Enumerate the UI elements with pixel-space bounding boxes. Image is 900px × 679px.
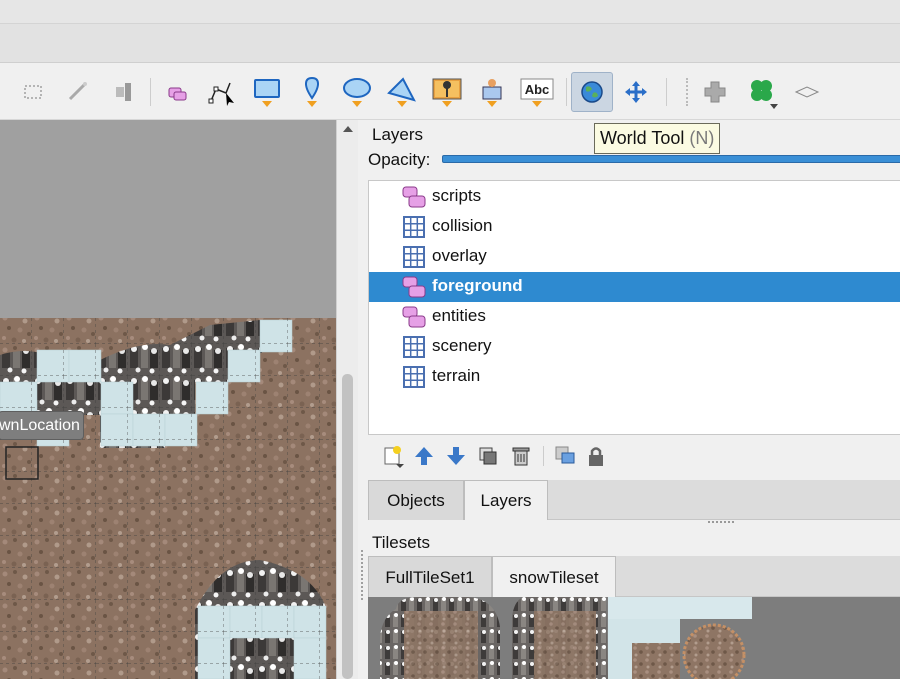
- insert-polygon-icon[interactable]: [385, 73, 419, 111]
- dock-splitter-handle[interactable]: [708, 521, 734, 525]
- layer-name: scripts: [432, 186, 482, 205]
- layer-list: scripts collision overlay foreground ent…: [368, 180, 900, 435]
- right-dock-panel: Layers Opacity: scripts collision overla…: [361, 120, 900, 679]
- insert-text-icon[interactable]: Abc: [520, 73, 554, 111]
- toolbar-grip: [686, 78, 688, 106]
- layer-name: foreground: [432, 276, 523, 295]
- toggle-other-layers-icon[interactable]: [553, 444, 577, 468]
- tab-fulltileset1[interactable]: FullTileSet1: [368, 556, 492, 597]
- layer-row-overlay[interactable]: overlay: [369, 242, 900, 272]
- toolbar-separator: [150, 78, 151, 106]
- select-rectangle-icon[interactable]: [16, 73, 50, 111]
- edit-polygons-icon[interactable]: [204, 73, 238, 111]
- layer-name: collision: [432, 216, 493, 235]
- layer-name: entities: [432, 306, 486, 325]
- layer-toolbar-separator: [543, 446, 544, 466]
- title-bar: [0, 0, 900, 23]
- tile-dirt-square: [534, 611, 596, 679]
- tooltip: World Tool (N): [594, 123, 721, 154]
- magic-wand-icon[interactable]: [60, 73, 94, 111]
- layer-toolbar: [368, 436, 900, 476]
- tile-snow-top: [608, 597, 752, 619]
- map-vertical-scrollbar[interactable]: [336, 120, 358, 679]
- tab-layers[interactable]: Layers: [464, 480, 548, 520]
- tile-layer-icon: [403, 336, 425, 358]
- tile-layer-icon: [403, 366, 425, 388]
- layers-panel-title: Layers: [372, 125, 424, 144]
- stamp-icon[interactable]: [698, 73, 732, 111]
- tooltip-label: World Tool: [600, 128, 685, 148]
- tile-dirt-patch: [632, 643, 680, 679]
- raise-layer-icon[interactable]: [412, 444, 436, 468]
- menu-bar: [0, 23, 900, 63]
- opacity-slider[interactable]: [442, 155, 900, 163]
- object-layer-icon: [402, 306, 426, 328]
- layer-row-foreground[interactable]: foreground: [369, 272, 900, 302]
- tooltip-shortcut: (N): [689, 128, 715, 148]
- map-tiles: [0, 318, 336, 679]
- random-icon[interactable]: [744, 73, 778, 111]
- layer-row-terrain[interactable]: terrain: [369, 362, 900, 392]
- layer-row-collision[interactable]: collision: [369, 212, 900, 242]
- toolbar-separator: [566, 78, 567, 106]
- insert-point-icon[interactable]: [295, 73, 329, 111]
- tileset-tabbar: FullTileSet1 snowTileset: [368, 556, 900, 597]
- delete-layer-icon[interactable]: [509, 444, 533, 468]
- new-layer-icon[interactable]: [382, 444, 406, 468]
- object-layer-icon: [402, 276, 426, 298]
- opacity-label: Opacity:: [368, 150, 431, 169]
- panel-tabbar: Objects Layers: [368, 480, 900, 520]
- tile-layer-icon: [403, 216, 425, 238]
- tile-grid: [0, 318, 336, 679]
- select-objects-icon[interactable]: [160, 73, 194, 111]
- tile-dirt-inner: [404, 611, 478, 679]
- duplicate-layer-icon[interactable]: [476, 444, 500, 468]
- world-tool-icon[interactable]: [571, 72, 613, 112]
- toolbar-separator: [666, 78, 667, 106]
- tab-objects[interactable]: Objects: [368, 480, 464, 520]
- wang-icon[interactable]: [790, 73, 824, 111]
- insert-tile-icon[interactable]: [430, 73, 464, 111]
- layer-name: scenery: [432, 336, 492, 355]
- insert-ellipse-icon[interactable]: [340, 73, 374, 111]
- object-name-label[interactable]: wnLocation: [0, 411, 84, 440]
- tab-snowtileset[interactable]: snowTileset: [492, 556, 616, 597]
- layer-name: terrain: [432, 366, 481, 385]
- layer-row-scenery[interactable]: scenery: [369, 332, 900, 362]
- tileset-tiles: [368, 597, 900, 679]
- move-icon[interactable]: [619, 73, 653, 111]
- lower-layer-icon[interactable]: [444, 444, 468, 468]
- dock-grip[interactable]: [361, 550, 364, 600]
- layer-name: overlay: [432, 246, 487, 265]
- layer-row-scripts[interactable]: scripts: [369, 182, 900, 212]
- lock-icon[interactable]: [584, 444, 608, 468]
- tilesets-panel-title: Tilesets: [372, 533, 430, 552]
- main-toolbar: Abc: [0, 64, 900, 120]
- scroll-up-arrow-icon[interactable]: [343, 126, 353, 132]
- tile-layer-icon: [403, 246, 425, 268]
- select-same-tile-icon[interactable]: [106, 73, 140, 111]
- map-canvas[interactable]: wnLocation: [0, 120, 336, 679]
- insert-text-icon-label: Abc: [525, 82, 550, 97]
- insert-template-icon[interactable]: [475, 73, 509, 111]
- scrollbar-thumb[interactable]: [342, 374, 353, 679]
- insert-rectangle-icon[interactable]: [250, 73, 284, 111]
- object-layer-icon: [402, 186, 426, 208]
- layer-row-entities[interactable]: entities: [369, 302, 900, 332]
- tileset-view[interactable]: [368, 597, 900, 679]
